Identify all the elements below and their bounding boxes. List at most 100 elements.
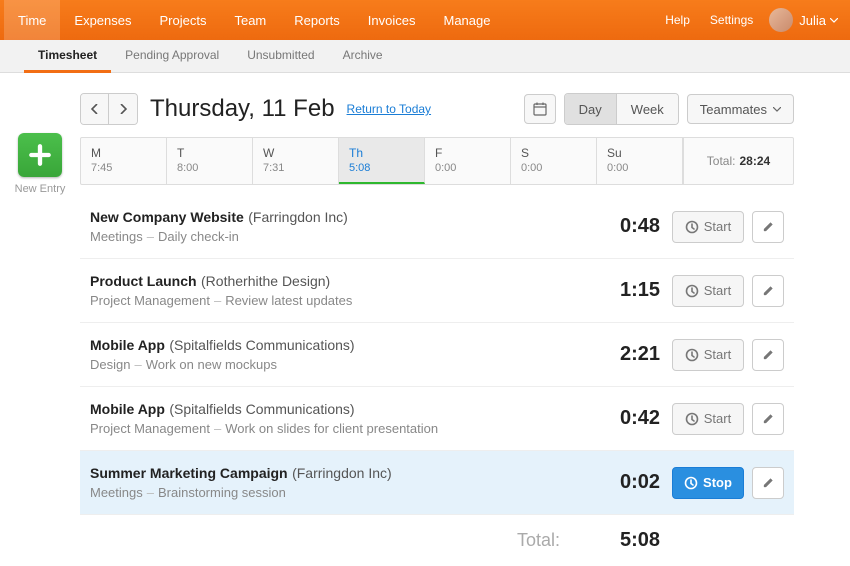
week-view-button[interactable]: Week [617, 94, 678, 124]
edit-button[interactable] [752, 211, 784, 243]
user-menu[interactable]: Julia [793, 13, 846, 28]
entry-project: Product Launch [90, 273, 197, 289]
user-name-label: Julia [799, 13, 826, 28]
clock-icon [685, 220, 699, 234]
total-value: 5:08 [590, 529, 660, 552]
edit-button[interactable] [752, 403, 784, 435]
date-title: Thursday, 11 Feb [150, 95, 335, 123]
entry-row: Product Launch (Rotherhithe Design)Proje… [80, 259, 794, 323]
teammates-label: Teammates [700, 102, 767, 117]
new-entry-button[interactable] [18, 133, 62, 177]
day-time: 5:08 [349, 162, 414, 174]
entry-client: (Farringdon Inc) [248, 209, 348, 225]
nav-expenses[interactable]: Expenses [60, 0, 145, 40]
total-label: Total: [90, 530, 590, 551]
nav-team[interactable]: Team [220, 0, 280, 40]
tab-pending-approval[interactable]: Pending Approval [111, 40, 233, 73]
start-button[interactable]: Start [672, 211, 744, 243]
plus-icon [27, 142, 53, 168]
day-cell-f[interactable]: F 0:00 [425, 138, 511, 184]
start-button[interactable]: Start [672, 403, 744, 435]
prev-day-button[interactable] [81, 94, 109, 124]
day-abbr: Th [349, 146, 414, 160]
day-time: 0:00 [607, 162, 672, 174]
pencil-icon [762, 412, 775, 425]
entry-project: Summer Marketing Campaign [90, 465, 288, 481]
edit-button[interactable] [752, 467, 784, 499]
day-time: 0:00 [435, 162, 500, 174]
nav-invoices[interactable]: Invoices [354, 0, 430, 40]
tab-unsubmitted[interactable]: Unsubmitted [233, 40, 328, 73]
day-abbr: T [177, 146, 242, 160]
calendar-button[interactable] [524, 94, 556, 124]
edit-button[interactable] [752, 275, 784, 307]
entry-row: New Company Website (Farringdon Inc) Meet… [80, 195, 794, 259]
settings-link[interactable]: Settings [700, 13, 763, 27]
day-time: 7:31 [263, 162, 328, 174]
calendar-icon [533, 102, 547, 116]
nav-time[interactable]: Time [4, 0, 60, 40]
day-cell-w[interactable]: W7:31 [253, 138, 339, 184]
day-cell-m[interactable]: M7:45 [81, 138, 167, 184]
entry-time: 2:21 [590, 343, 660, 366]
date-nav [80, 93, 138, 125]
entry-client: (Spitalfields Communications) [169, 401, 354, 417]
entry-sub: Meetings–Daily check-in [90, 229, 590, 244]
start-button[interactable]: Start [672, 275, 744, 307]
new-entry-label: New Entry [15, 183, 66, 195]
sidebar: New Entry [0, 93, 80, 566]
pencil-icon [762, 284, 775, 297]
help-link[interactable]: Help [655, 13, 700, 27]
nav-manage[interactable]: Manage [430, 0, 505, 40]
entry-time: 0:48 [590, 215, 660, 238]
return-today-link[interactable]: Return to Today [347, 102, 432, 116]
entry-row: Mobile App (Spitalfields Communications)… [80, 387, 794, 451]
start-button[interactable]: Start [672, 339, 744, 371]
stop-button[interactable]: Stop [672, 467, 744, 499]
total-row: Total: 5:08 [80, 515, 794, 566]
nav-projects[interactable]: Projects [146, 0, 221, 40]
day-abbr: F [435, 146, 500, 160]
entry-info: New Company Website (Farringdon Inc) Meet… [90, 209, 590, 244]
entry-sub: Project Management–Review latest updates [90, 293, 590, 308]
edit-button[interactable] [752, 339, 784, 371]
day-cell-s[interactable]: S 0:00 [511, 138, 597, 184]
day-view-button[interactable]: Day [565, 94, 617, 124]
day-cell-th[interactable]: Th 5:08 [339, 138, 425, 184]
entry-info: Summer Marketing Campaign (Farringdon In… [90, 465, 590, 500]
entry-row: Mobile App (Spitalfields Communications)… [80, 323, 794, 387]
day-abbr: S [521, 146, 586, 160]
entry-info: Mobile App (Spitalfields Communications)… [90, 337, 590, 372]
pencil-icon [762, 348, 775, 361]
clock-icon [685, 412, 699, 426]
nav-reports[interactable]: Reports [280, 0, 354, 40]
tab-timesheet[interactable]: Timesheet [24, 40, 111, 73]
entry-info: Product Launch (Rotherhithe Design)Proje… [90, 273, 590, 308]
top-nav: TimeExpensesProjectsTeamReportsInvoicesM… [0, 0, 850, 40]
clock-icon [685, 284, 699, 298]
day-time: 0:00 [521, 162, 586, 174]
entry-client: (Farringdon Inc) [292, 465, 392, 481]
entry-time: 0:02 [590, 471, 660, 494]
day-cell-t[interactable]: T 8:00 [167, 138, 253, 184]
date-header: Thursday, 11 Feb Return to Today Day Wee… [80, 93, 794, 125]
teammates-button[interactable]: Teammates [687, 94, 794, 124]
avatar[interactable] [769, 8, 793, 32]
entry-sub: Design–Work on new mockups [90, 357, 590, 372]
day-cell-su[interactable]: Su 0:00 [597, 138, 683, 184]
week-total: Total: 28:24 [683, 138, 793, 184]
entry-project: New Company Website [90, 209, 244, 225]
entry-client: (Spitalfields Communications) [169, 337, 354, 353]
entry-sub: Project Management–Work on slides for cl… [90, 421, 590, 436]
tab-archive[interactable]: Archive [329, 40, 397, 73]
day-abbr: M [91, 146, 156, 160]
next-day-button[interactable] [109, 94, 137, 124]
clock-icon [684, 476, 698, 490]
entry-row: Summer Marketing Campaign (Farringdon In… [80, 451, 794, 515]
entry-time: 0:42 [590, 407, 660, 430]
day-time: 8:00 [177, 162, 242, 174]
entry-info: Mobile App (Spitalfields Communications)… [90, 401, 590, 436]
day-abbr: Su [607, 146, 672, 160]
view-toggle: Day Week [564, 93, 679, 125]
entry-sub: Meetings–Brainstorming session [90, 485, 590, 500]
